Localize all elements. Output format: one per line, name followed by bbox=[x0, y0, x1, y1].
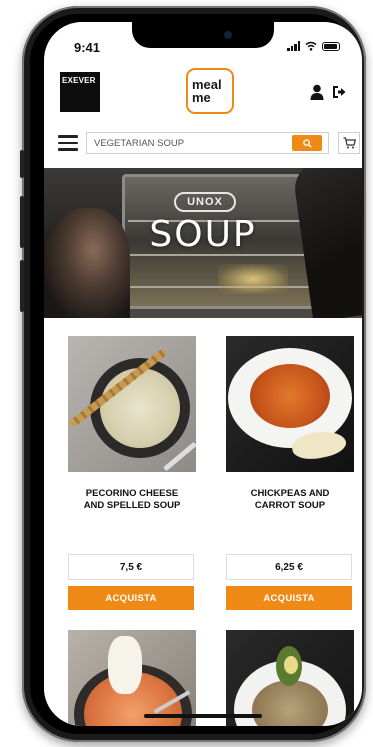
menu-icon[interactable] bbox=[58, 135, 78, 151]
product-image[interactable] bbox=[226, 336, 354, 472]
camera bbox=[224, 31, 232, 39]
buy-button[interactable]: ACQUISTA bbox=[226, 586, 352, 610]
status-time: 9:41 bbox=[74, 40, 101, 55]
product-card[interactable] bbox=[226, 630, 354, 726]
app-screen: 9:41 EXEVER meal me VEGETARIAN SOUP UNOX… bbox=[44, 22, 362, 726]
product-image[interactable] bbox=[68, 336, 196, 472]
hero-banner: UNOX SOUP bbox=[44, 168, 362, 318]
unox-badge: UNOX bbox=[174, 192, 236, 212]
product-price: 6,25 € bbox=[226, 554, 352, 580]
product-grid: PECORINO CHEESE AND SPELLED SOUP 7,5 € A… bbox=[44, 318, 362, 726]
product-name: CHICKPEAS AND CARROT SOUP bbox=[250, 488, 330, 511]
search-button[interactable] bbox=[292, 135, 322, 151]
exever-logo[interactable]: EXEVER bbox=[60, 72, 100, 112]
product-card[interactable] bbox=[68, 630, 196, 726]
home-indicator bbox=[144, 714, 262, 718]
product-price: 7,5 € bbox=[68, 554, 194, 580]
search-icon bbox=[302, 138, 312, 148]
buy-button[interactable]: ACQUISTA bbox=[68, 586, 194, 610]
app-header: EXEVER meal me bbox=[44, 68, 362, 128]
notch bbox=[132, 22, 274, 48]
mealme-logo-line2: me bbox=[192, 90, 211, 105]
product-image[interactable] bbox=[68, 630, 196, 726]
signal-icon bbox=[287, 41, 300, 51]
battery-icon bbox=[322, 41, 340, 51]
search-row bbox=[44, 130, 362, 158]
mute-switch bbox=[20, 150, 24, 178]
volume-up-button bbox=[20, 196, 24, 248]
product-card[interactable]: CHICKPEAS AND CARROT SOUP 6,25 € ACQUIST… bbox=[226, 336, 354, 610]
product-name: PECORINO CHEESE AND SPELLED SOUP bbox=[83, 488, 181, 511]
cart-button[interactable] bbox=[338, 132, 360, 154]
hero-title: SOUP bbox=[149, 214, 257, 255]
search-input[interactable] bbox=[87, 133, 292, 153]
volume-down-button bbox=[20, 260, 24, 312]
oven-light bbox=[218, 264, 288, 294]
wifi-icon bbox=[305, 41, 317, 51]
product-card[interactable]: PECORINO CHEESE AND SPELLED SOUP 7,5 € A… bbox=[68, 336, 196, 610]
user-icon[interactable] bbox=[310, 84, 324, 100]
product-image[interactable] bbox=[226, 630, 354, 726]
mealme-logo[interactable]: meal me bbox=[186, 68, 234, 114]
search-box bbox=[86, 132, 329, 154]
cart-icon bbox=[343, 137, 356, 149]
status-icons bbox=[287, 41, 340, 51]
logout-icon[interactable] bbox=[332, 85, 346, 99]
